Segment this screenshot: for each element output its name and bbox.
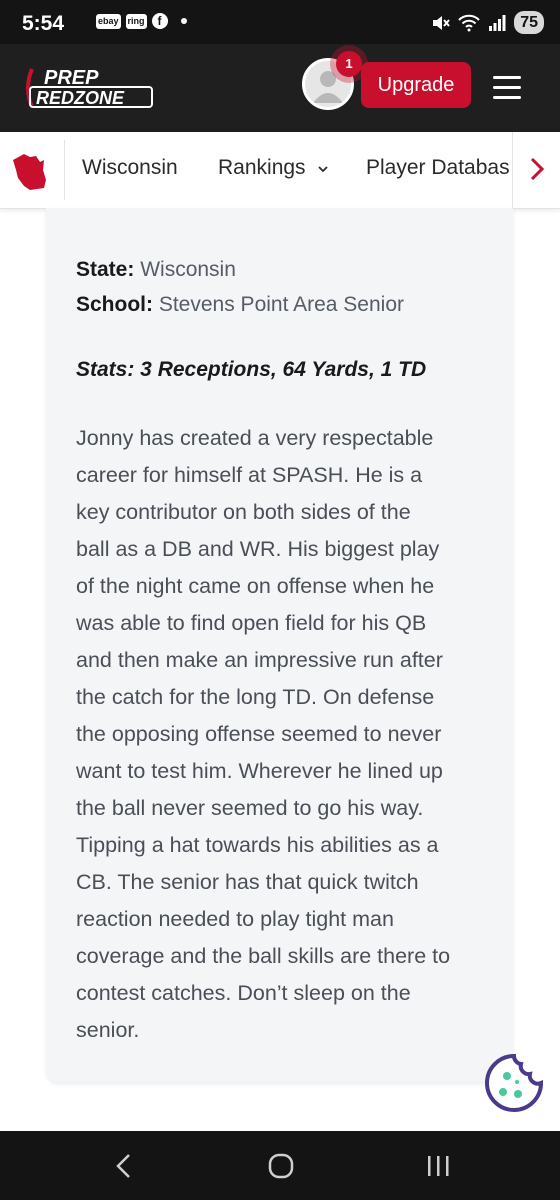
summary-line: of the night came on offense when he — [76, 574, 435, 598]
nav-divider — [512, 132, 513, 208]
summary-line: Jonny has created a very respectable — [76, 426, 434, 450]
summary-line: the catch for the long TD. On defense — [76, 685, 435, 709]
wifi-icon — [458, 14, 480, 31]
site-header: PREP REDZONE 1 Upgrade — [0, 44, 560, 132]
android-navigation-bar — [0, 1131, 560, 1200]
summary-line: coverage and the ball skills are there t… — [76, 944, 451, 968]
signal-icon — [489, 14, 506, 31]
cookie-settings-icon[interactable] — [483, 1052, 545, 1114]
state-nav-bar: Wisconsin Rankings Player Databas — [0, 132, 560, 209]
ring-notification-icon: ring — [125, 13, 147, 29]
summary-line: Tipping a hat towards his abilities as a — [76, 833, 439, 857]
battery-indicator: 75 — [514, 11, 544, 34]
status-bar: 5:54 ebay ring f 75 — [0, 0, 560, 44]
player-evaluation-card: State: Wisconsin School: Stevens Point A… — [46, 208, 513, 1082]
recent-apps-icon[interactable] — [426, 1154, 450, 1178]
notification-badge[interactable]: 1 — [336, 51, 362, 77]
summary-line: want to test him. Wherever he lined up — [76, 759, 443, 783]
summary-line: senior. — [76, 1018, 140, 1042]
summary-line: ball as a DB and WR. His biggest play — [76, 537, 440, 561]
summary-line: key contributor on both sides of the — [76, 500, 411, 524]
summary-line: and then make an impressive run after — [76, 648, 443, 672]
nav-item-rankings-label: Rankings — [218, 156, 306, 179]
state-label: State: — [76, 258, 135, 281]
school-label: School: — [76, 293, 153, 316]
nav-item-rankings[interactable]: Rankings — [218, 156, 329, 180]
logo-redzone-text: REDZONE — [36, 88, 125, 108]
summary-line: CB. The senior has that quick twitch — [76, 870, 419, 894]
status-time: 5:54 — [22, 12, 65, 35]
player-stats: Stats: 3 Receptions, 64 Yards, 1 TD — [76, 358, 427, 381]
chevron-down-icon — [318, 166, 329, 173]
hamburger-menu-icon[interactable] — [493, 76, 521, 100]
prep-redzone-logo[interactable]: PREP REDZONE — [22, 63, 154, 113]
player-summary: Jonny has created a very respectable car… — [76, 420, 496, 1049]
school-value: Stevens Point Area Senior — [158, 293, 404, 316]
state-line: State: Wisconsin — [76, 258, 236, 282]
summary-line: the opposing offense seemed to never — [76, 722, 442, 746]
state-value: Wisconsin — [140, 258, 236, 281]
upgrade-button[interactable]: Upgrade — [361, 62, 471, 108]
status-notification-icons: ebay ring f — [96, 13, 187, 29]
mute-icon — [433, 15, 450, 30]
ebay-notification-icon: ebay — [96, 13, 121, 29]
back-icon[interactable] — [114, 1153, 134, 1179]
logo-prep-text: PREP — [44, 67, 99, 89]
status-system-icons: 75 — [430, 11, 544, 34]
chevron-right-icon[interactable] — [527, 156, 547, 182]
summary-line: the ball never seemed to go his way. — [76, 796, 424, 820]
summary-line: was able to find open field for his QB — [76, 611, 427, 635]
nav-divider — [64, 140, 65, 200]
wisconsin-map-icon[interactable] — [10, 150, 50, 192]
school-line: School: Stevens Point Area Senior — [76, 293, 404, 317]
nav-item-player-database[interactable]: Player Databas — [366, 156, 512, 180]
summary-line: career for himself at SPASH. He is a — [76, 463, 423, 487]
more-notifications-dot-icon — [180, 18, 187, 24]
summary-line: contest catches. Don’t sleep on the — [76, 981, 411, 1005]
nav-item-wisconsin[interactable]: Wisconsin — [82, 156, 178, 180]
home-icon[interactable] — [268, 1153, 294, 1179]
facebook-notification-icon: f — [151, 13, 168, 29]
summary-line: reaction needed to play tight man — [76, 907, 394, 931]
